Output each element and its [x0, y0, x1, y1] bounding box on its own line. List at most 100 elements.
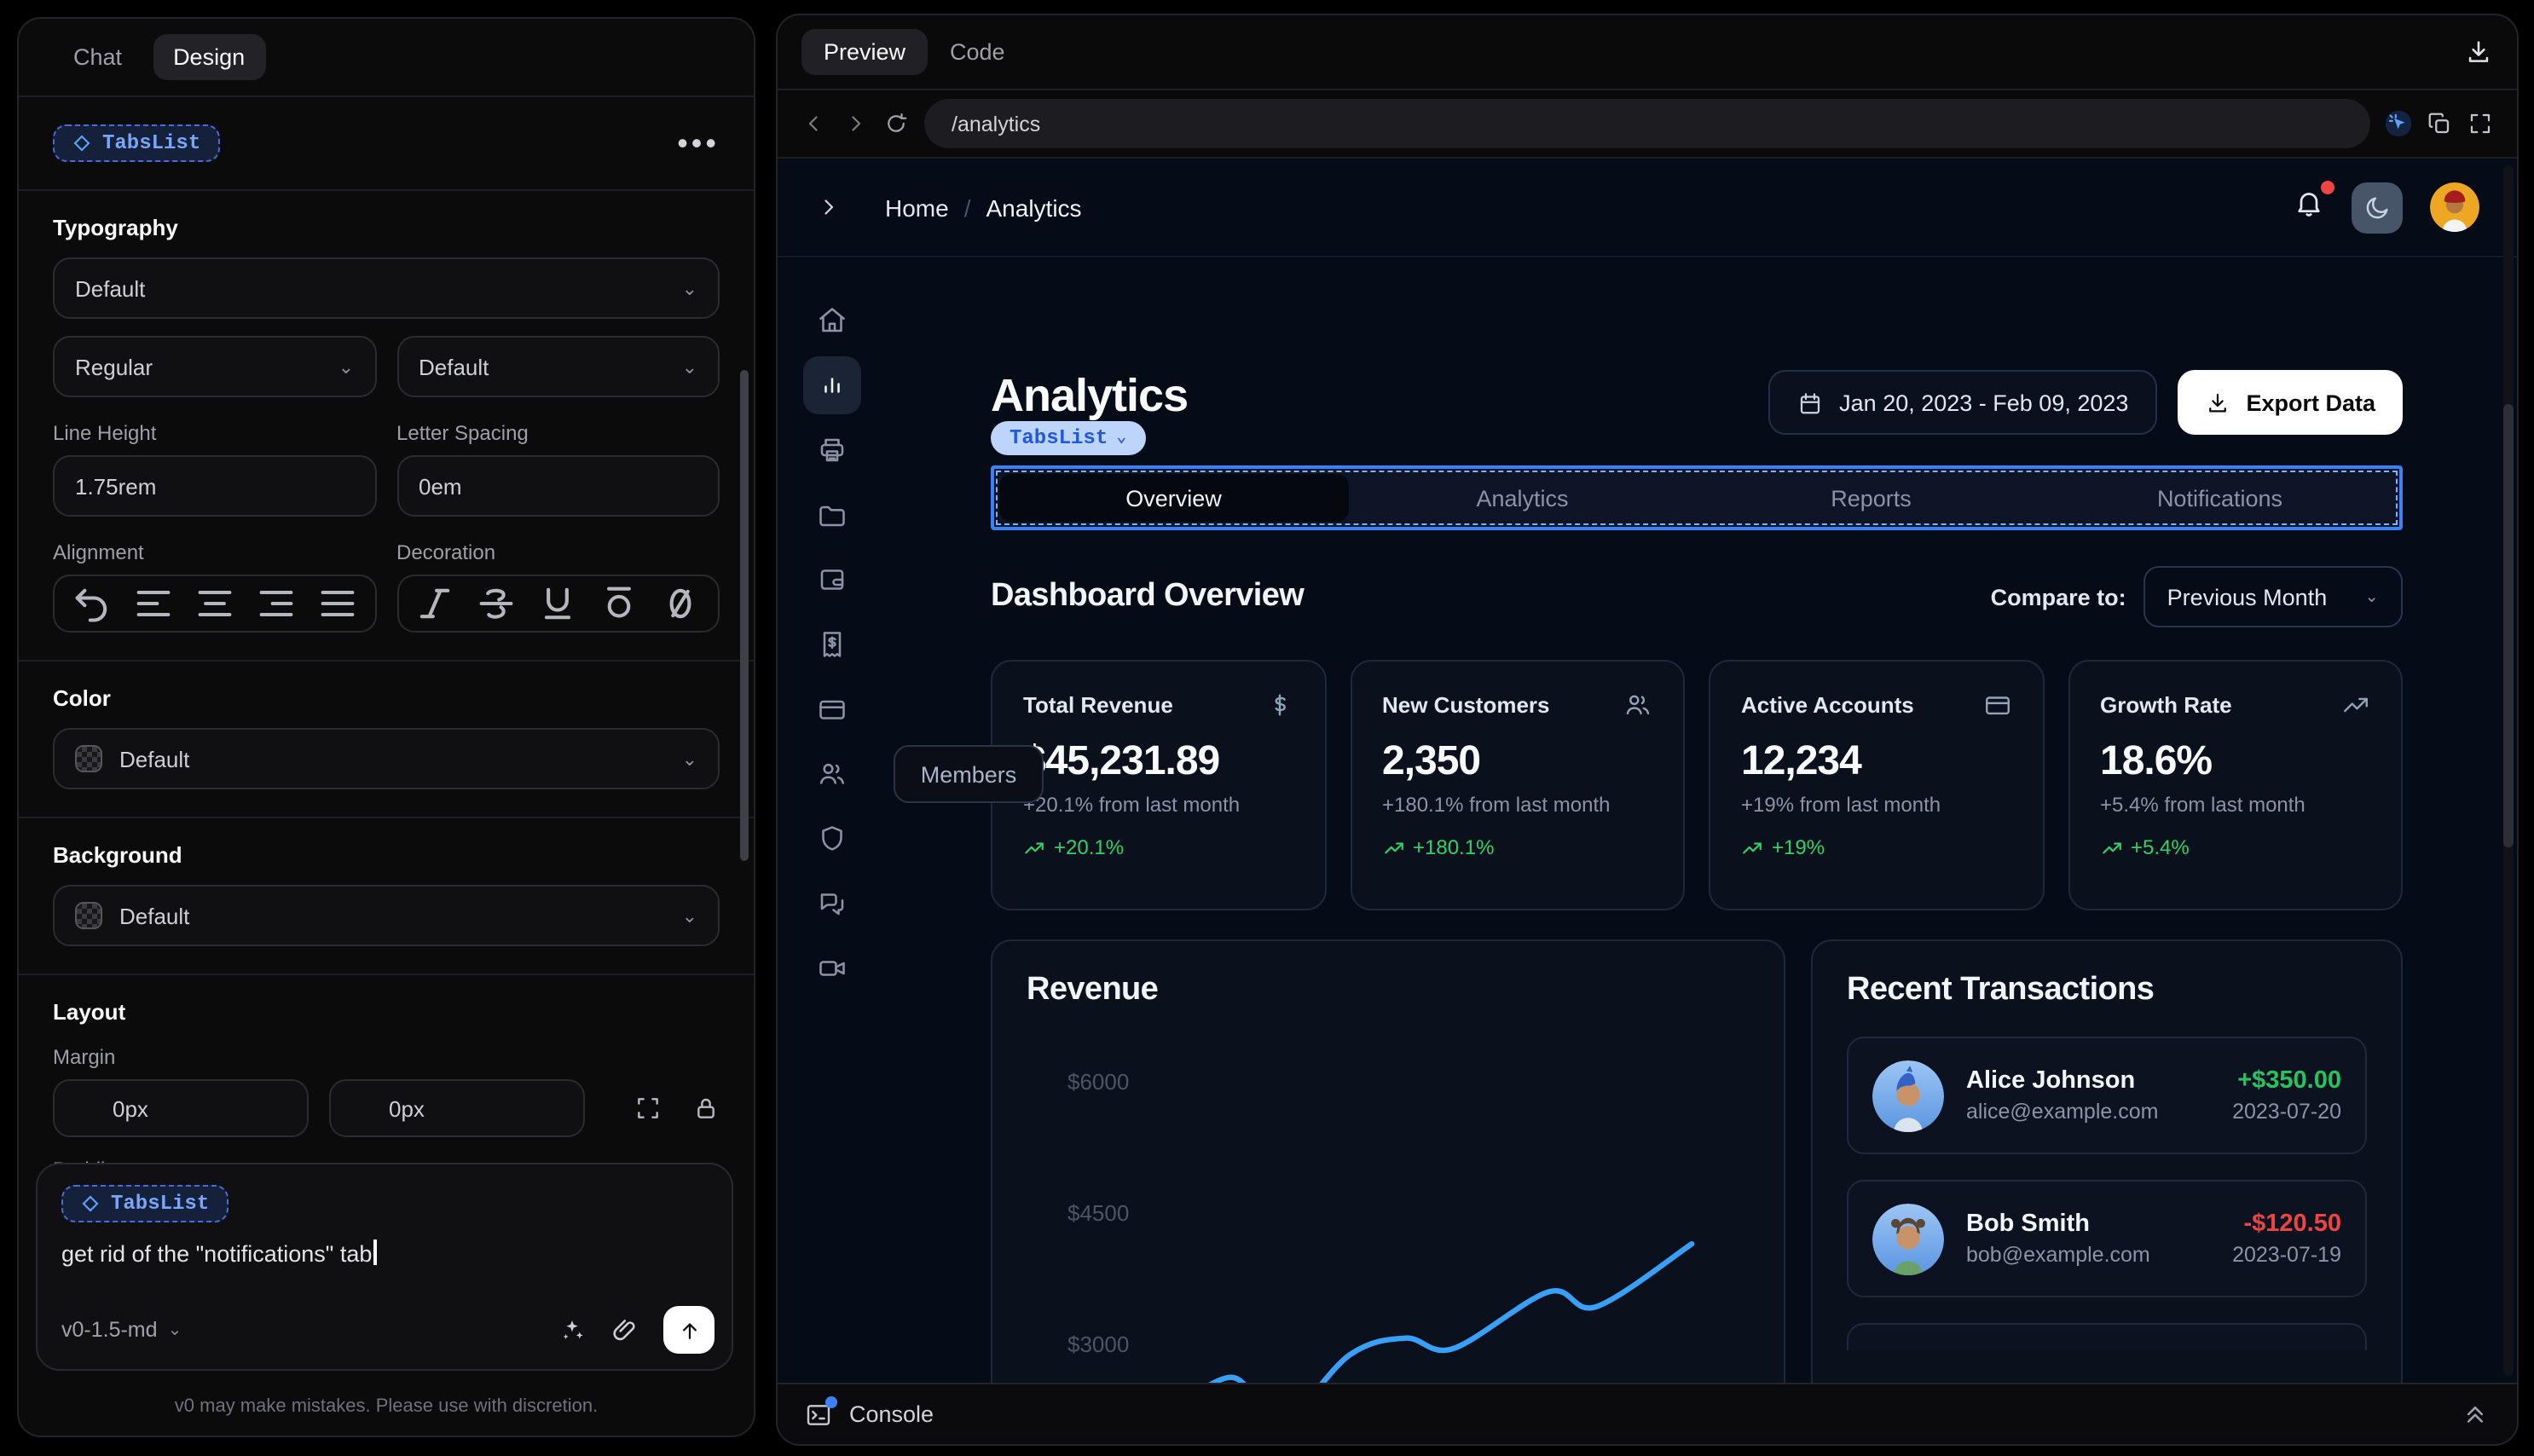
stat-card: Growth Rate 18.6% +5.4% from last month +5.… [2068, 660, 2403, 910]
align-align-right-button[interactable] [253, 581, 298, 626]
transaction-row-partial [1847, 1323, 2367, 1350]
export-data-button[interactable]: Export Data [2178, 370, 2403, 435]
letter-spacing-input[interactable]: 0em [396, 455, 720, 517]
user-avatar[interactable] [2430, 182, 2479, 232]
decoration-strikethrough-button[interactable] [475, 581, 519, 626]
decoration-underline-button[interactable] [535, 581, 580, 626]
notifications-bell-button[interactable] [2294, 181, 2334, 227]
preview-scrollbar[interactable] [2503, 165, 2514, 1376]
font-family-select[interactable]: Default ⌄ [53, 257, 720, 319]
sidebar-icon-printer[interactable] [803, 421, 861, 479]
composer-input[interactable]: get rid of the "notifications" tab [61, 1239, 708, 1267]
align-align-left-button[interactable] [131, 581, 176, 626]
inspect-tool-button[interactable] [2386, 111, 2411, 136]
stat-value: $45,231.89 [1023, 738, 1220, 784]
dashboard-tab-overview[interactable]: Overview [999, 474, 1348, 522]
fullscreen-icon[interactable] [2467, 111, 2493, 136]
main-content: Analytics TabsList ⌄ Jan 20, 2023 - Feb 0… [991, 257, 2403, 1444]
compare-select[interactable]: Previous Month ⌄ [2143, 566, 2403, 627]
align-align-justify-button[interactable] [315, 581, 359, 626]
sidebar-icon-wallet[interactable] [803, 551, 861, 609]
sidebar-icon-messages[interactable] [803, 875, 861, 933]
date-range-picker[interactable]: Jan 20, 2023 - Feb 09, 2023 [1767, 370, 2158, 435]
transactions-card: Recent Transactions Alice Johnson alice@e… [1811, 939, 2403, 1444]
model-select[interactable]: v0-1.5-md ⌄ [61, 1318, 182, 1342]
app-preview: Home / Analytics Analytics TabsList ⌄ Ja… [778, 159, 2517, 1444]
divider [19, 817, 754, 818]
stat-trend: +20.1% [1023, 835, 1293, 859]
breadcrumb-home[interactable]: Home [885, 194, 949, 221]
sidebar-icon-video[interactable] [803, 939, 861, 997]
tab-design[interactable]: Design [153, 34, 266, 80]
dashboard-tab-reports[interactable]: Reports [1697, 474, 2045, 522]
app-header: Home / Analytics [778, 159, 2517, 257]
decoration-italic-button[interactable] [414, 581, 458, 626]
tab-chat[interactable]: Chat [53, 34, 142, 80]
stat-change: +5.4% from last month [2100, 793, 2305, 817]
breadcrumb: Home / Analytics [885, 194, 1082, 221]
sidebar-icon-home[interactable] [803, 292, 861, 350]
sidebar-icon-receipt[interactable] [803, 615, 861, 673]
dashboard-tab-notifications[interactable]: Notifications [2045, 474, 2394, 522]
download-icon[interactable] [2464, 38, 2493, 66]
back-button[interactable] [801, 111, 827, 136]
margin-lock-button[interactable] [692, 1095, 720, 1122]
sidebar-icon-credit-card[interactable] [803, 680, 861, 738]
dashboard-tab-analytics[interactable]: Analytics [1348, 474, 1697, 522]
diamond-icon [73, 135, 90, 152]
stat-change: +20.1% from last month [1023, 793, 1241, 817]
browser-bar: /analytics [778, 90, 2517, 159]
attach-file-icon[interactable] [610, 1315, 639, 1344]
sidebar-icon-users[interactable] [803, 745, 861, 803]
font-size-select[interactable]: Default ⌄ [396, 336, 720, 397]
trending-up-icon [1741, 836, 1763, 858]
enhance-prompt-icon[interactable] [558, 1315, 587, 1344]
sidebar-icon-folder[interactable] [803, 486, 861, 544]
tab-code[interactable]: Code [928, 29, 1027, 75]
scrollbar-thumb[interactable] [2503, 404, 2514, 847]
color-select[interactable]: Default ⌄ [53, 728, 720, 789]
trending-icon [2341, 690, 2370, 719]
section-title: Dashboard Overview [991, 578, 1305, 614]
margin-x-input[interactable]: 0px [53, 1079, 309, 1137]
font-weight-select[interactable]: Regular ⌄ [53, 336, 376, 397]
margin-expand-button[interactable] [634, 1095, 662, 1122]
theme-toggle-button[interactable] [2352, 182, 2403, 233]
sidebar-icon-shield[interactable] [803, 810, 861, 868]
line-height-input[interactable]: 1.75rem [53, 455, 376, 517]
align-undo-button[interactable] [70, 581, 114, 626]
text-cursor [373, 1239, 377, 1265]
composer-component-chip[interactable]: TabsList [61, 1185, 229, 1222]
console-bar[interactable]: Console [778, 1383, 2517, 1444]
selected-component-chip[interactable]: TabsList [53, 124, 220, 162]
background-select[interactable]: Default ⌄ [53, 885, 720, 946]
url-input[interactable]: /analytics [924, 99, 2370, 148]
tab-preview[interactable]: Preview [801, 29, 929, 75]
sidebar-expand-button[interactable] [815, 194, 841, 220]
margin-y-input[interactable]: 0px [329, 1079, 585, 1137]
preview-panel: Preview Code /analytics Home / Analytics [776, 14, 2519, 1446]
chevrons-up-icon[interactable] [2461, 1400, 2490, 1429]
decoration-slash-zero-button[interactable] [658, 581, 703, 626]
transactions-list: Alice Johnson alice@example.com +$350.00 20… [1847, 1037, 2367, 1350]
preview-mode-tabs: Preview Code [778, 15, 2517, 90]
users-icon [1623, 690, 1652, 719]
panel-scrollbar[interactable] [740, 370, 749, 861]
copy-icon[interactable] [2427, 111, 2452, 136]
stats-grid: Total Revenue $45,231.89 +20.1% from last … [991, 660, 2403, 910]
stat-trend: +180.1% [1382, 835, 1652, 859]
sidebar-icon-bar-chart[interactable] [803, 356, 861, 414]
refresh-button[interactable] [883, 111, 909, 136]
credit-card-icon [1982, 690, 2011, 719]
align-align-center-button[interactable] [192, 581, 236, 626]
transaction-email: alice@example.com [1966, 1100, 2159, 1124]
chat-composer[interactable]: TabsList get rid of the "notifications" … [36, 1163, 733, 1371]
avatar [1872, 1203, 1944, 1274]
stat-card: New Customers 2,350 +180.1% from last mont… [1350, 660, 1685, 910]
send-button[interactable] [663, 1306, 714, 1354]
forward-button[interactable] [842, 111, 868, 136]
transaction-date: 2023-07-19 [2232, 1243, 2341, 1267]
decoration-overline-button[interactable] [597, 581, 641, 626]
component-menu-button[interactable]: ••• [677, 128, 720, 159]
selected-element-badge[interactable]: TabsList ⌄ [991, 421, 1146, 455]
